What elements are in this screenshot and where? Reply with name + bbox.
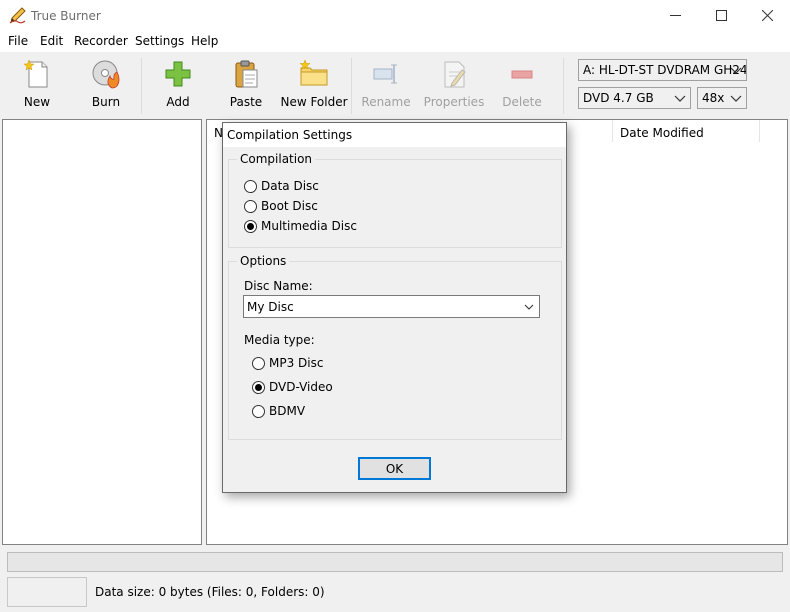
properties-icon: [444, 61, 466, 88]
rename-button[interactable]: Rename: [361, 58, 411, 114]
radio-circle[interactable]: [252, 356, 265, 370]
close-icon: [761, 10, 773, 21]
window-title: True Burner: [31, 9, 101, 23]
new-folder-icon: [299, 59, 328, 86]
close-button[interactable]: [744, 0, 790, 31]
ok-button[interactable]: OK: [358, 457, 431, 480]
drive-select-value: A: HL-DT-ST DVDRAM GH24: [583, 63, 747, 77]
radio-dvd-video-label: DVD-Video: [269, 380, 333, 394]
disc-name-combobox[interactable]: My Disc: [243, 295, 540, 318]
menu-bar: File Edit Recorder Settings Help: [0, 31, 790, 52]
radio-circle[interactable]: [244, 179, 257, 193]
new-button[interactable]: New: [17, 58, 57, 114]
options-group-title: Options: [237, 254, 290, 268]
dialog-title: Compilation Settings: [227, 128, 353, 142]
rename-button-label: Rename: [361, 95, 411, 109]
app-pencil-icon: [9, 7, 26, 24]
disc-type-select[interactable]: DVD 4.7 GB: [578, 87, 691, 109]
delete-button-label: Delete: [502, 95, 542, 109]
paste-button[interactable]: Paste: [226, 58, 266, 114]
maximize-icon: [715, 10, 727, 21]
paste-clipboard-icon: [235, 60, 258, 88]
status-panel: [7, 577, 87, 607]
radio-data-disc[interactable]: Data Disc: [244, 179, 319, 193]
compilation-settings-dialog: Compilation Settings Compilation Data Di…: [222, 122, 567, 493]
drive-select[interactable]: A: HL-DT-ST DVDRAM GH24: [578, 59, 747, 81]
new-folder-button-label: New Folder: [280, 95, 348, 109]
compilation-group: Compilation Data Disc Boot Disc Multimed…: [228, 152, 562, 248]
radio-circle-checked[interactable]: [244, 219, 257, 233]
new-button-label: New: [23, 95, 51, 109]
folder-tree-pane[interactable]: [2, 119, 202, 545]
minimize-button[interactable]: [652, 0, 698, 31]
radio-data-disc-label: Data Disc: [261, 179, 319, 193]
delete-button[interactable]: Delete: [502, 58, 542, 114]
disc-type-value: DVD 4.7 GB: [583, 91, 654, 105]
menu-help[interactable]: Help: [191, 34, 218, 48]
speed-value: 48x: [702, 91, 725, 105]
column-divider[interactable]: [612, 120, 613, 142]
radio-multimedia-disc[interactable]: Multimedia Disc: [244, 219, 357, 233]
radio-circle-checked[interactable]: [252, 380, 265, 394]
delete-minus-icon: [511, 70, 533, 79]
menu-recorder[interactable]: Recorder: [74, 34, 128, 48]
disc-name-value: My Disc: [247, 299, 294, 314]
new-folder-button[interactable]: New Folder: [280, 58, 348, 114]
speed-select[interactable]: 48x: [697, 87, 747, 109]
toolbar-separator: [351, 58, 352, 114]
radio-circle[interactable]: [252, 404, 265, 418]
properties-button[interactable]: Properties: [423, 58, 485, 114]
burn-disc-icon: [92, 60, 120, 89]
radio-dvd-video[interactable]: DVD-Video: [252, 380, 333, 394]
chevron-down-icon[interactable]: [522, 300, 536, 314]
maximize-button[interactable]: [698, 0, 744, 31]
toolbar: New Burn Add Paste New Folder Rename Pro…: [0, 52, 790, 118]
new-document-icon: [23, 59, 48, 88]
media-type-label: Media type:: [244, 333, 315, 347]
radio-circle[interactable]: [244, 199, 257, 213]
status-data-size: Data size: 0 bytes (Files: 0, Folders: 0…: [95, 585, 325, 599]
chevron-down-icon: [674, 95, 686, 102]
dialog-title-bar[interactable]: Compilation Settings: [223, 123, 566, 147]
radio-boot-disc[interactable]: Boot Disc: [244, 199, 318, 213]
radio-mp3-disc-label: MP3 Disc: [269, 356, 324, 370]
radio-boot-disc-label: Boot Disc: [261, 199, 318, 213]
add-button[interactable]: Add: [158, 58, 198, 114]
add-button-label: Add: [166, 95, 190, 109]
compilation-group-title: Compilation: [237, 152, 316, 166]
radio-mp3-disc[interactable]: MP3 Disc: [252, 356, 323, 370]
rename-icon: [373, 64, 397, 84]
radio-bdmv-label: BDMV: [269, 404, 306, 418]
properties-button-label: Properties: [423, 95, 485, 109]
column-divider[interactable]: [759, 120, 760, 142]
burn-button-label: Burn: [91, 95, 121, 109]
chevron-down-icon: [730, 67, 742, 74]
toolbar-separator: [141, 58, 142, 114]
chevron-down-icon: [730, 95, 742, 102]
disc-name-label: Disc Name:: [244, 279, 313, 293]
plus-icon: [165, 61, 191, 87]
radio-multimedia-disc-label: Multimedia Disc: [261, 219, 357, 233]
burn-progress-bar: [7, 552, 783, 572]
options-group: Options Disc Name: Media type: MP3 Disc …: [228, 254, 562, 440]
toolbar-separator: [563, 58, 564, 114]
menu-edit[interactable]: Edit: [40, 34, 63, 48]
minimize-icon: [669, 15, 681, 16]
column-header-date-modified[interactable]: Date Modified: [620, 126, 704, 140]
menu-settings[interactable]: Settings: [135, 34, 184, 48]
burn-button[interactable]: Burn: [86, 58, 126, 114]
title-bar: True Burner: [0, 0, 790, 31]
menu-file[interactable]: File: [8, 34, 28, 48]
paste-button-label: Paste: [229, 95, 263, 109]
radio-bdmv[interactable]: BDMV: [252, 404, 305, 418]
